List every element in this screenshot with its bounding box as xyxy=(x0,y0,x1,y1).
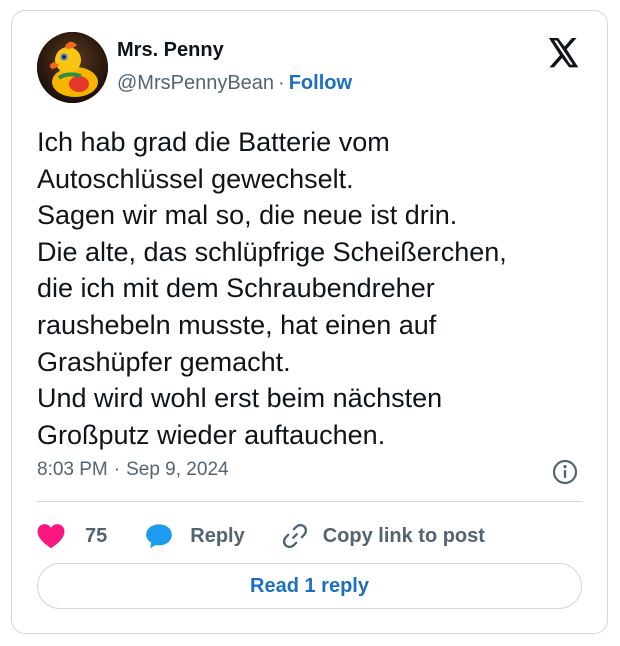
action-bar: 75 Reply Copy link to post xyxy=(37,518,485,554)
tweet-text: Ich hab grad die Batterie vom Autoschlüs… xyxy=(37,127,507,450)
link-icon xyxy=(282,523,307,549)
handle-separator: · xyxy=(278,72,285,94)
tweet-card: Mrs. Penny @MrsPennyBean · Follow Ich hab … xyxy=(11,10,608,634)
tweet-time: 8:03 PM xyxy=(37,459,108,480)
author-handle[interactable]: @MrsPennyBean xyxy=(117,72,274,94)
x-logo-icon[interactable] xyxy=(547,38,580,68)
heart-icon xyxy=(37,524,65,549)
reply-label: Reply xyxy=(190,524,245,547)
author-name[interactable]: Mrs. Penny xyxy=(117,38,224,62)
author-handle-row: @MrsPennyBean · Follow xyxy=(117,71,352,95)
like-count: 75 xyxy=(85,524,108,547)
follow-button[interactable]: Follow xyxy=(289,72,352,94)
tweet-timestamp[interactable]: 8:03 PM · Sep 9, 2024 xyxy=(37,458,229,482)
reply-button[interactable]: Reply xyxy=(145,523,245,549)
tweet-date: Sep 9, 2024 xyxy=(126,459,229,480)
info-icon[interactable] xyxy=(552,459,578,485)
like-button[interactable]: 75 xyxy=(37,523,107,549)
divider xyxy=(37,501,582,502)
read-replies-button[interactable]: Read 1 reply xyxy=(37,563,582,609)
read-replies-label: Read 1 reply xyxy=(250,574,369,597)
timestamp-separator: · xyxy=(113,459,121,480)
copy-link-button[interactable]: Copy link to post xyxy=(281,522,485,550)
avatar[interactable] xyxy=(37,32,108,103)
speech-bubble-icon xyxy=(146,524,173,549)
copy-link-label: Copy link to post xyxy=(322,524,485,547)
